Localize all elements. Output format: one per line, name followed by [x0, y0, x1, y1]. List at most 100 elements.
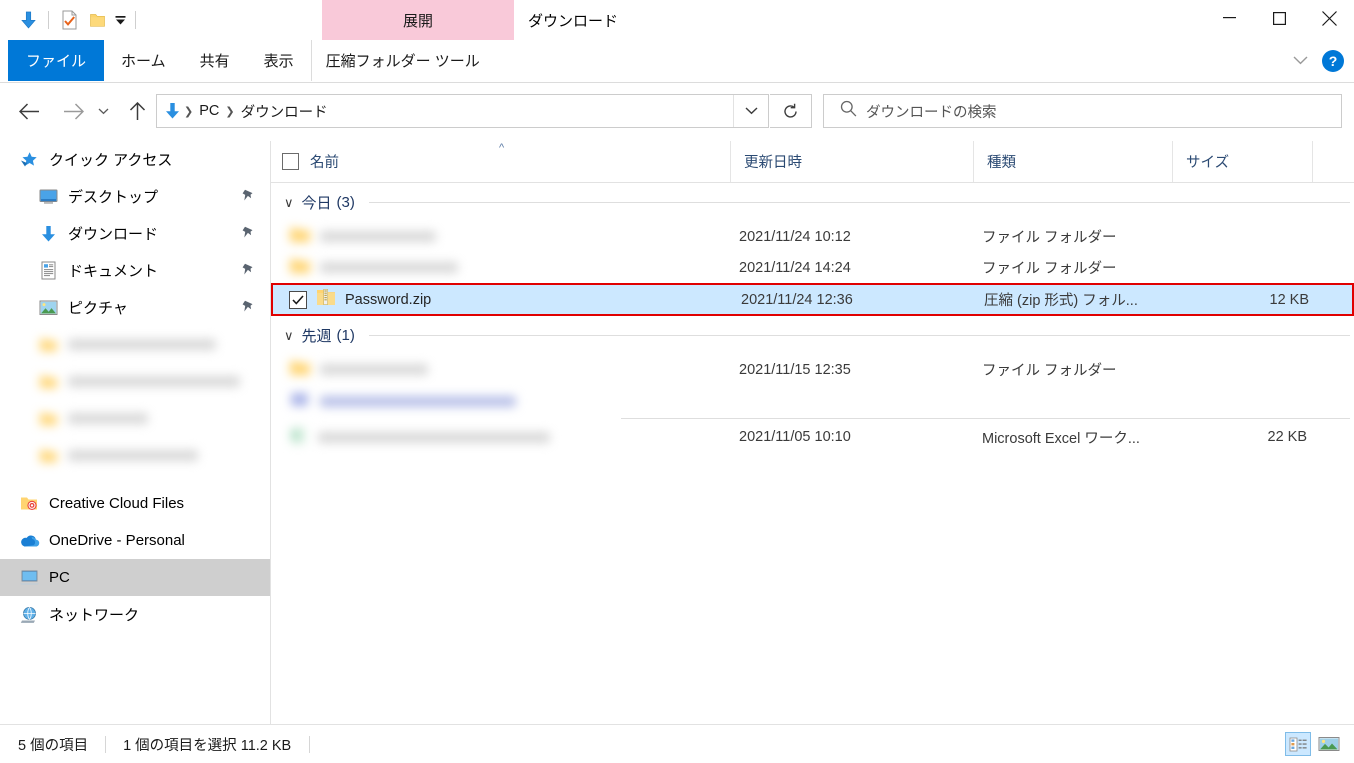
sidebar-item-label [68, 376, 240, 387]
maximize-button[interactable]: 最大化 [1254, 0, 1304, 36]
row-checkbox[interactable] [289, 290, 307, 309]
sidebar-item-redacted[interactable] [0, 400, 270, 437]
breadcrumb-separator: ❯ [184, 105, 194, 118]
table-row[interactable]: 2021/11/24 14:24 ファイル フォルダー [271, 252, 1354, 283]
group-divider [368, 201, 1350, 203]
properties-icon[interactable] [55, 5, 83, 35]
file-type-cell: 圧縮 (zip 形式) フォル... [984, 293, 1138, 309]
folder-icon [37, 446, 59, 466]
sidebar-item-label: デスクトップ [68, 189, 159, 206]
column-header-name[interactable]: 名前 ^ [271, 141, 730, 182]
folder-icon [289, 226, 311, 248]
tab-file[interactable]: ファイル [8, 40, 105, 81]
breadcrumb-item-pc[interactable]: PC [194, 103, 224, 119]
pin-icon[interactable] [241, 225, 254, 242]
status-selection-info: 1 個の項目を選択 11.2 KB [123, 737, 292, 754]
file-name-cell [289, 257, 458, 279]
group-header-last-week[interactable]: ∨ 先週 (1) [271, 316, 1354, 354]
file-name-label [320, 396, 516, 407]
tab-compressed-folder-tools[interactable]: 圧縮フォルダー ツール [310, 40, 494, 81]
sidebar-item-network[interactable]: ネットワーク [0, 596, 270, 633]
table-row-selected[interactable]: Password.zip 2021/11/24 12:36 圧縮 (zip 形式… [271, 283, 1354, 316]
column-header-size[interactable]: サイズ [1172, 141, 1312, 182]
chevron-down-icon[interactable]: リボンの展開 [1288, 49, 1312, 73]
sidebar-item-pictures[interactable]: ピクチャ [0, 289, 270, 326]
creative-cloud-icon [18, 494, 40, 514]
tab-view[interactable]: 表示 [247, 40, 311, 81]
folder-icon [289, 359, 311, 381]
breadcrumb-item-downloads[interactable]: ダウンロード [236, 101, 333, 122]
chevron-down-icon[interactable]: ∨ [284, 329, 294, 342]
table-row[interactable]: 2021/11/05 10:10 Microsoft Excel ワーク... … [271, 419, 1354, 455]
star-icon [18, 150, 40, 170]
minimize-button[interactable]: 最小化 [1204, 0, 1254, 36]
tab-home[interactable]: ホーム [104, 40, 183, 81]
close-button[interactable]: 閉じる [1304, 0, 1354, 36]
title-bar: 展開 ダウンロード 最小化 最大化 閉じる [0, 0, 1354, 40]
contextual-tab-header[interactable]: 展開 [322, 0, 514, 40]
sidebar-item-pc[interactable]: PC [0, 559, 270, 596]
file-date-cell: 2021/11/24 10:12 [739, 228, 851, 245]
downloads-folder-icon [164, 102, 181, 120]
forward-button[interactable]: 進む [56, 94, 90, 128]
pin-icon[interactable] [241, 262, 254, 279]
desktop-icon [37, 187, 59, 207]
sidebar-item-documents[interactable]: ドキュメント [0, 252, 270, 289]
sidebar-item-creative-cloud-files[interactable]: Creative Cloud Files [0, 485, 270, 522]
sidebar-item-redacted[interactable] [0, 437, 270, 474]
up-button[interactable]: 上へ [120, 94, 154, 128]
customize-caret-icon[interactable] [111, 5, 129, 35]
sidebar-item-redacted[interactable] [0, 363, 270, 400]
back-button[interactable]: 戻る [12, 94, 46, 128]
chevron-down-icon[interactable]: ∨ [284, 196, 294, 209]
sidebar-item-label: ダウンロード [68, 226, 159, 243]
tab-share[interactable]: 共有 [183, 40, 247, 81]
column-header-label: 更新日時 [744, 155, 802, 171]
sidebar-item-redacted[interactable] [0, 326, 270, 363]
sidebar-item-onedrive[interactable]: OneDrive - Personal [0, 522, 270, 559]
recent-locations-button[interactable]: 最近表示した場所 [92, 94, 114, 128]
downloads-icon[interactable] [14, 5, 42, 35]
column-header-date[interactable]: 更新日時 [730, 141, 973, 182]
help-icon[interactable]: ? [1322, 49, 1344, 72]
blue-doc-icon [289, 391, 311, 413]
column-header-spacer[interactable] [1312, 141, 1354, 182]
new-folder-icon[interactable] [83, 5, 111, 35]
file-name-label [320, 262, 458, 273]
select-all-checkbox[interactable] [282, 153, 299, 170]
search-input[interactable]: ダウンロードの検索 [823, 94, 1342, 128]
group-count: (1) [336, 326, 355, 344]
document-icon [37, 261, 59, 281]
toolbar-divider-1 [48, 11, 49, 29]
sidebar-item-label [68, 413, 148, 424]
zip-icon [316, 288, 336, 311]
table-row[interactable]: 2021/11/24 10:12 ファイル フォルダー [271, 221, 1354, 252]
excel-icon [289, 426, 309, 449]
pin-icon[interactable] [241, 188, 254, 205]
details-view-button[interactable]: 詳細 [1285, 732, 1311, 756]
file-name-label [320, 364, 428, 375]
table-row[interactable]: 2021/11/15 12:35 ファイル フォルダー [271, 354, 1354, 385]
pc-icon [18, 568, 40, 588]
sidebar-item-desktop[interactable]: デスクトップ [0, 178, 270, 215]
table-row[interactable] [271, 385, 1354, 418]
sidebar-item-label: クイック アクセス [49, 152, 173, 169]
ribbon-tab-bar: ファイル ホーム 共有 表示 圧縮フォルダー ツール リボンの展開 ? [0, 40, 1354, 83]
column-header-type[interactable]: 種類 [973, 141, 1172, 182]
sidebar-item-quick-access[interactable]: クイック アクセス [0, 141, 270, 178]
window-controls: 最小化 最大化 閉じる [1204, 0, 1354, 36]
column-header-label: 種類 [987, 155, 1016, 171]
pin-icon[interactable] [241, 299, 254, 316]
sidebar-item-label: Creative Cloud Files [49, 495, 185, 512]
column-header-label: 名前 [310, 155, 339, 171]
view-toggle-group: 詳細 大アイコン [1285, 725, 1342, 763]
group-divider [368, 334, 1350, 336]
large-icons-view-button[interactable]: 大アイコン [1316, 732, 1342, 756]
file-type-cell: ファイル フォルダー [982, 363, 1117, 379]
address-bar[interactable]: ❯ PC ❯ ダウンロード 以前の場所 [156, 94, 769, 128]
group-header-today[interactable]: ∨ 今日 (3) [271, 183, 1354, 221]
sidebar-item-downloads[interactable]: ダウンロード [0, 215, 270, 252]
refresh-button[interactable]: ダウンロードの更新 [770, 94, 812, 128]
file-name-label [320, 231, 436, 242]
address-dropdown-icon[interactable]: 以前の場所 [733, 95, 768, 127]
